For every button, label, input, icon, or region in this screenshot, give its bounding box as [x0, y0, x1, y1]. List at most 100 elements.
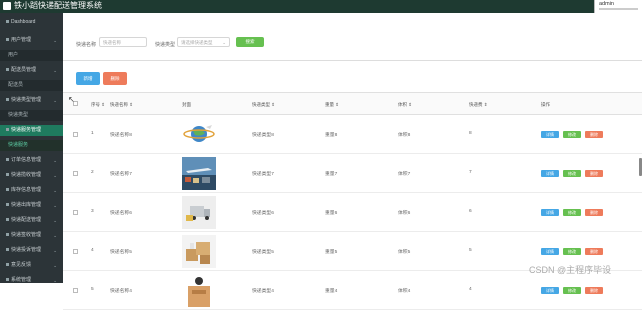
cover-image: [182, 274, 216, 307]
sidebar-item-label: 快递服务: [8, 142, 29, 148]
col-weight[interactable]: 重量 ⇕: [325, 102, 339, 108]
folder-icon: [6, 233, 9, 237]
sort-icon: ⇕: [100, 102, 106, 107]
search-button[interactable]: 搜索: [236, 37, 264, 47]
col-index[interactable]: 序号 ⇕: [91, 102, 105, 108]
sidebar-item[interactable]: 快递投诉管理 ⌄: [0, 245, 63, 256]
edit-button[interactable]: 修改: [563, 131, 581, 138]
col-fee[interactable]: 快递费 ⇕: [469, 102, 488, 108]
delete-row-button[interactable]: 删除: [585, 170, 603, 177]
cell-name: 快递名称8: [110, 133, 132, 138]
cell-fee: 4: [469, 287, 472, 292]
col-cover: 封面: [182, 102, 191, 107]
cell-name: 快递名称7: [110, 172, 132, 177]
delete-button[interactable]: 删除: [103, 72, 127, 85]
sidebar-item[interactable]: 快递配送管理 ⌄: [0, 215, 63, 226]
row-checkbox[interactable]: [73, 288, 78, 293]
sidebar-item[interactable]: 快递类型: [0, 110, 63, 121]
sidebar-item-label: 快递出库管理: [11, 202, 42, 208]
sidebar-item[interactable]: 系统管理 ⌄: [0, 275, 63, 286]
type-filter-placeholder: 请选择快递类型: [181, 40, 213, 45]
sidebar-item[interactable]: 快递签收管理 ⌄: [0, 230, 63, 241]
delete-row-button[interactable]: 删除: [585, 209, 603, 216]
sidebar-item-label: 配送员: [8, 82, 24, 88]
user-menu[interactable]: admin: [594, 0, 642, 13]
detail-button[interactable]: 详情: [541, 248, 559, 255]
cell-name: 快递名称5: [110, 250, 132, 255]
gear-icon: [6, 278, 9, 282]
cell-index: 5: [91, 287, 94, 292]
add-button[interactable]: 新增: [76, 72, 100, 85]
sidebar-item-label: 快递签收管理: [11, 232, 42, 238]
sidebar-item[interactable]: 用户: [0, 50, 63, 61]
folder-icon: [6, 173, 9, 177]
cart-icon: [6, 158, 9, 162]
cell-volume: 体积7: [398, 172, 411, 177]
chevron-down-icon: ⌄: [53, 248, 57, 253]
sidebar-item-label: 快递类型管理: [11, 97, 42, 103]
sort-icon: ⇕: [482, 102, 488, 107]
sort-icon: ⇕: [407, 102, 413, 107]
sidebar-item[interactable]: 快递类型管理 ⌄: [0, 95, 63, 106]
name-filter-input[interactable]: 快递名称: [99, 37, 147, 47]
top-bar: 铁小蹈快递配送管理系统 admin: [0, 0, 642, 13]
delete-row-button[interactable]: 删除: [585, 248, 603, 255]
folder-icon: [6, 68, 9, 72]
row-checkbox[interactable]: [73, 171, 78, 176]
sidebar-item-label: 意见反馈: [11, 262, 32, 268]
cell-name: 快递名称6: [110, 211, 132, 216]
type-filter-select[interactable]: 请选择快递类型 ⌄: [177, 37, 230, 47]
chevron-down-icon: ⌄: [53, 158, 57, 163]
col-type[interactable]: 快递类型 ⇕: [252, 102, 275, 108]
col-volume[interactable]: 体积 ⇕: [398, 102, 412, 108]
folder-icon: [6, 218, 9, 222]
cell-weight: 重量7: [325, 172, 338, 177]
sidebar-item[interactable]: 快递服务管理: [0, 125, 63, 136]
detail-button[interactable]: 详情: [541, 131, 559, 138]
edit-button[interactable]: 修改: [563, 170, 581, 177]
col-actions: 操作: [541, 102, 550, 107]
sidebar-item[interactable]: 配送员: [0, 80, 63, 91]
cell-volume: 体积4: [398, 289, 411, 294]
sidebar-item[interactable]: 快递出库管理 ⌄: [0, 200, 63, 211]
col-name[interactable]: 快递名称 ⇕: [110, 102, 133, 108]
delete-row-button[interactable]: 删除: [585, 131, 603, 138]
cell-index: 3: [91, 209, 94, 214]
sidebar-item[interactable]: 订单信息管理 ⌄: [0, 155, 63, 166]
cell-type: 快递类型4: [252, 289, 274, 294]
sidebar-item[interactable]: 快递揽收管理 ⌄: [0, 170, 63, 181]
sidebar-item-label: 系统管理: [11, 277, 32, 283]
chevron-down-icon: ⌄: [222, 40, 226, 45]
cell-fee: 5: [469, 248, 472, 253]
delete-row-button[interactable]: 删除: [585, 287, 603, 294]
app-title: 铁小蹈快递配送管理系统: [14, 1, 102, 10]
cover-image: [182, 157, 216, 190]
detail-button[interactable]: 详情: [541, 170, 559, 177]
flag-icon: [6, 263, 9, 267]
row-checkbox[interactable]: [73, 210, 78, 215]
row-checkbox[interactable]: [73, 249, 78, 254]
detail-button[interactable]: 详情: [541, 209, 559, 216]
folder-icon: [6, 188, 9, 192]
user-menu-divider: [599, 8, 638, 10]
row-checkbox[interactable]: [73, 132, 78, 137]
cover-image: [182, 118, 216, 151]
sidebar-item[interactable]: 库存信息管理 ⌄: [0, 185, 63, 196]
edit-button[interactable]: 修改: [563, 287, 581, 294]
cell-type: 快递类型6: [252, 211, 274, 216]
edit-button[interactable]: 修改: [563, 248, 581, 255]
cell-weight: 重量5: [325, 250, 338, 255]
cell-fee: 6: [469, 209, 472, 214]
edit-button[interactable]: 修改: [563, 209, 581, 216]
sidebar-item-label: 配送员管理: [11, 67, 37, 73]
detail-button[interactable]: 详情: [541, 287, 559, 294]
sidebar-item[interactable]: 配送员管理 ⌄: [0, 65, 63, 76]
sort-icon: ⇕: [128, 102, 134, 107]
sidebar-item[interactable]: Dashboard: [0, 17, 63, 28]
sidebar-item[interactable]: 用户管理 ⌄: [0, 35, 63, 46]
cell-weight: 重量8: [325, 133, 338, 138]
chevron-down-icon: ⌄: [53, 263, 57, 268]
sidebar-item[interactable]: 快递服务: [0, 140, 63, 151]
sidebar-item-label: 快递配送管理: [11, 217, 42, 223]
sidebar-item[interactable]: 意见反馈 ⌄: [0, 260, 63, 271]
